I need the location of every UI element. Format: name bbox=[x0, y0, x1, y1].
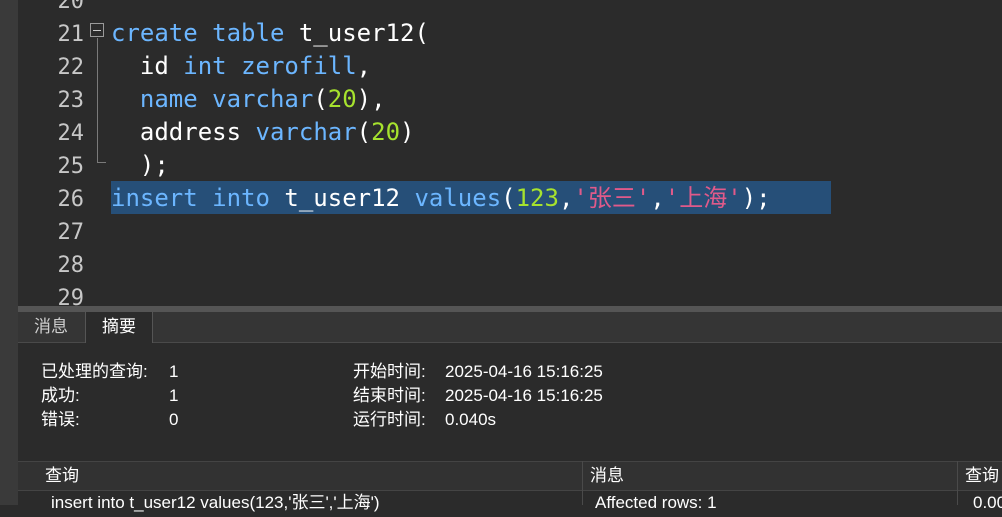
line-number: 20 bbox=[57, 0, 85, 14]
line-number: 23 bbox=[57, 88, 85, 113]
error-label: 错误: bbox=[41, 410, 80, 429]
error-value: 0 bbox=[169, 410, 179, 429]
fold-guide-end bbox=[97, 162, 106, 163]
identifier: address bbox=[139, 118, 242, 146]
code-line-24[interactable]: address varchar(20) bbox=[111, 116, 415, 149]
punctuation: ( bbox=[313, 85, 328, 113]
success-value: 1 bbox=[169, 386, 179, 405]
identifier: name bbox=[139, 85, 198, 113]
line-number: 21 bbox=[57, 22, 85, 47]
column-divider[interactable] bbox=[582, 461, 583, 505]
code-line-25[interactable]: ); bbox=[111, 149, 169, 182]
identifier: id bbox=[139, 52, 169, 80]
code-line-26[interactable]: insert into t_user12 values(123,'张三','上海… bbox=[111, 182, 771, 215]
keyword: table bbox=[212, 19, 285, 47]
processed-queries-label: 已处理的查询: bbox=[41, 362, 148, 381]
results-table-header: 查询 消息 查询 bbox=[18, 461, 1002, 491]
end-time-value: 2025-04-16 15:16:25 bbox=[445, 386, 603, 405]
keyword: values bbox=[414, 184, 502, 212]
sql-editor[interactable]: 20 21 22 23 24 25 26 27 28 29 create tab… bbox=[18, 0, 1002, 306]
string-literal: '张三' bbox=[573, 184, 651, 212]
left-edge-strip bbox=[0, 0, 18, 505]
result-panel: 消息 摘要 已处理的查询: 1 成功: 1 错误: 0 开始时间: 2025-0… bbox=[18, 312, 1002, 512]
punctuation: ) bbox=[400, 118, 415, 146]
number: 20 bbox=[371, 118, 401, 146]
line-number: 25 bbox=[57, 154, 85, 179]
column-header-query[interactable]: 查询 bbox=[45, 462, 79, 490]
row-query-cell[interactable]: insert into t_user12 values(123,'张三','上海… bbox=[51, 489, 380, 517]
keyword: zerofill bbox=[241, 52, 357, 80]
keyword: int bbox=[183, 52, 227, 80]
row-time-cell[interactable]: 0.00 bbox=[973, 489, 1002, 517]
keyword: insert bbox=[111, 184, 198, 212]
runtime-label: 运行时间: bbox=[353, 410, 426, 429]
string-literal: '上海' bbox=[664, 184, 742, 212]
keyword: varchar bbox=[212, 85, 314, 113]
line-number: 26 bbox=[57, 187, 85, 212]
keyword: into bbox=[212, 184, 270, 212]
tab-messages[interactable]: 消息 bbox=[18, 312, 84, 342]
success-label: 成功: bbox=[41, 386, 80, 405]
code-line-23[interactable]: name varchar(20), bbox=[111, 83, 386, 116]
punctuation: ( bbox=[356, 118, 372, 146]
keyword: create bbox=[111, 19, 198, 47]
column-divider[interactable] bbox=[957, 461, 958, 505]
code-line-21[interactable]: create table t_user12( bbox=[111, 17, 429, 50]
line-number: 22 bbox=[57, 55, 85, 80]
keyword: varchar bbox=[255, 118, 357, 146]
line-number: 27 bbox=[57, 220, 85, 245]
identifier: t_user12( bbox=[298, 19, 429, 47]
punctuation: ); bbox=[741, 184, 771, 212]
runtime-value: 0.040s bbox=[445, 410, 497, 429]
line-number: 24 bbox=[57, 121, 85, 146]
line-number: 29 bbox=[57, 286, 85, 306]
end-time-label: 结束时间: bbox=[353, 386, 426, 405]
line-number: 28 bbox=[57, 253, 85, 278]
punctuation: ); bbox=[139, 151, 169, 179]
fold-toggle-icon[interactable] bbox=[90, 23, 104, 37]
number: 123 bbox=[515, 184, 559, 212]
punctuation: , bbox=[356, 52, 372, 80]
processed-queries-value: 1 bbox=[169, 362, 179, 381]
fold-guide bbox=[97, 38, 98, 162]
tab-summary[interactable]: 摘要 bbox=[85, 312, 153, 343]
punctuation: , bbox=[558, 184, 574, 212]
result-tab-bar: 消息 摘要 bbox=[18, 312, 1002, 343]
number: 20 bbox=[327, 85, 357, 113]
start-time-value: 2025-04-16 15:16:25 bbox=[445, 362, 603, 381]
code-line-22[interactable]: id int zerofill, bbox=[111, 50, 371, 83]
start-time-label: 开始时间: bbox=[353, 362, 426, 381]
punctuation: ), bbox=[356, 85, 386, 113]
row-message-cell[interactable]: Affected rows: 1 bbox=[595, 489, 717, 517]
line-number-gutter: 20 21 22 23 24 25 26 27 28 29 bbox=[18, 0, 88, 306]
punctuation: ( bbox=[501, 184, 516, 212]
punctuation: , bbox=[650, 184, 665, 212]
identifier: t_user12 bbox=[284, 184, 400, 212]
column-header-message[interactable]: 消息 bbox=[590, 462, 624, 490]
column-header-query-time[interactable]: 查询 bbox=[965, 462, 999, 490]
